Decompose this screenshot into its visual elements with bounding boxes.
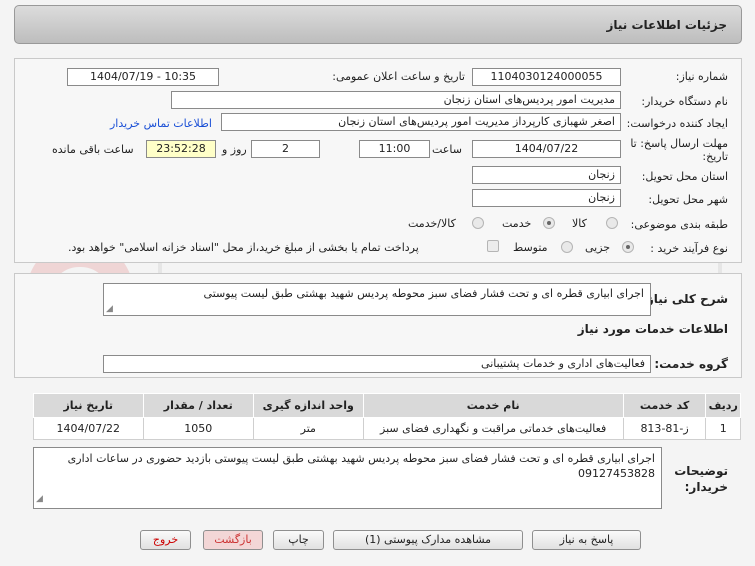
category-radio-goods[interactable]	[606, 217, 618, 229]
province-label: استان محل تحویل:	[641, 170, 728, 183]
view-attachments-button[interactable]: مشاهده مدارک پیوستی (1)	[333, 530, 523, 550]
remaining-time-field: 23:52:28	[146, 140, 216, 158]
process-option-minor: جزیی	[585, 241, 611, 254]
cell-need-date: 1404/07/22	[33, 417, 144, 440]
process-option-medium: متوسط	[513, 241, 548, 254]
notes-text-box: اجرای ابیاری قطره ای و تحت فشار فضای سبز…	[33, 447, 662, 509]
cell-service-name: فعالیت‌های خدماتی مراقبت و نگهداری فضای …	[362, 417, 624, 440]
table-header-row: ردیف کد خدمت نام خدمت واحد اندازه گیری ت…	[33, 393, 741, 418]
remaining-label: ساعت باقی مانده	[52, 143, 134, 156]
page-title: جزئیات اطلاعات نیاز	[606, 18, 727, 32]
treasury-checkbox[interactable]	[487, 240, 499, 252]
notes-label: توضیحات خریدار:	[674, 464, 728, 494]
category-label: طبقه بندی موضوعی:	[630, 218, 728, 231]
table-row: 1 ز-81-813 فعالیت‌های خدماتی مراقبت و نگ…	[33, 417, 741, 440]
category-radio-service[interactable]	[543, 217, 555, 229]
col-service-code: کد خدمت	[622, 393, 707, 418]
summary-label: شرح کلی نیاز:	[642, 292, 728, 306]
col-quantity: تعداد / مقدار	[142, 393, 255, 418]
process-radio-minor[interactable]	[622, 241, 634, 253]
services-table: ردیف کد خدمت نام خدمت واحد اندازه گیری ت…	[33, 393, 741, 440]
need-number-field: 1104030124000055	[472, 68, 621, 86]
buyer-org-label: نام دستگاه خریدار:	[641, 95, 728, 108]
creator-label: ایجاد کننده درخواست:	[626, 117, 728, 130]
col-unit: واحد اندازه گیری	[253, 393, 364, 418]
cell-quantity: 1050	[142, 417, 255, 440]
header-bar: جزئیات اطلاعات نیاز	[14, 5, 742, 44]
announce-label: تاریخ و ساعت اعلان عمومی:	[332, 70, 465, 83]
contact-buyer-link[interactable]: اطلاعات تماس خریدار	[110, 117, 212, 130]
print-button[interactable]: چاپ	[273, 530, 324, 550]
services-title: اطلاعات خدمات مورد نیاز	[577, 322, 728, 336]
summary-text: اجرای ابیاری قطره ای و تحت فشار فضای سبز…	[203, 287, 644, 300]
announce-field: 1404/07/19 - 10:35	[67, 68, 219, 86]
province-field: زنجان	[472, 166, 621, 184]
creator-field: اصغر شهبازی کارپرداز مدیریت امور پردیس‌ه…	[221, 113, 621, 131]
service-group-field: فعالیت‌های اداری و خدمات پشتیبانی	[103, 355, 651, 373]
back-button[interactable]: بازگشت	[203, 530, 263, 550]
cell-unit: متر	[253, 417, 364, 440]
category-option-service: خدمت	[502, 217, 532, 230]
cell-service-code: ز-81-813	[622, 417, 707, 440]
days-label: روز و	[222, 143, 247, 156]
deadline-label: مهلت ارسال پاسخ: تا تاریخ:	[630, 137, 728, 163]
notes-text: اجرای ابیاری قطره ای و تحت فشار فضای سبز…	[67, 452, 655, 480]
col-need-date: تاریخ نیاز	[33, 393, 144, 418]
category-radio-goods-service[interactable]	[472, 217, 484, 229]
summary-text-box: اجرای ابیاری قطره ای و تحت فشار فضای سبز…	[103, 283, 651, 316]
col-service-name: نام خدمت	[362, 393, 624, 418]
deadline-date-field: 1404/07/22	[472, 140, 621, 158]
city-label: شهر محل تحویل:	[648, 193, 728, 206]
resize-handle-icon[interactable]: ◢	[36, 492, 43, 507]
need-number-label: شماره نیاز:	[675, 70, 728, 83]
deadline-time-field: 11:00	[359, 140, 430, 158]
resize-handle-icon[interactable]: ◢	[106, 304, 113, 314]
process-label: نوع فرآیند خرید :	[650, 242, 728, 255]
process-radio-medium[interactable]	[561, 241, 573, 253]
col-row: ردیف	[705, 393, 741, 418]
deadline-time-label: ساعت	[432, 143, 462, 156]
exit-button[interactable]: خروج	[140, 530, 191, 550]
category-option-goods: کالا	[572, 217, 587, 230]
buyer-org-field: مدیریت امور پردیس‌های استان زنجان	[171, 91, 621, 109]
reply-button[interactable]: پاسخ به نیاز	[532, 530, 641, 550]
days-field: 2	[251, 140, 320, 158]
service-group-label: گروه خدمت:	[654, 357, 728, 371]
payment-note: پرداخت تمام یا بخشی از مبلغ خرید،از محل …	[68, 241, 419, 254]
cell-row: 1	[705, 417, 741, 440]
city-field: زنجان	[472, 189, 621, 207]
category-option-goods-service: کالا/خدمت	[408, 217, 456, 230]
